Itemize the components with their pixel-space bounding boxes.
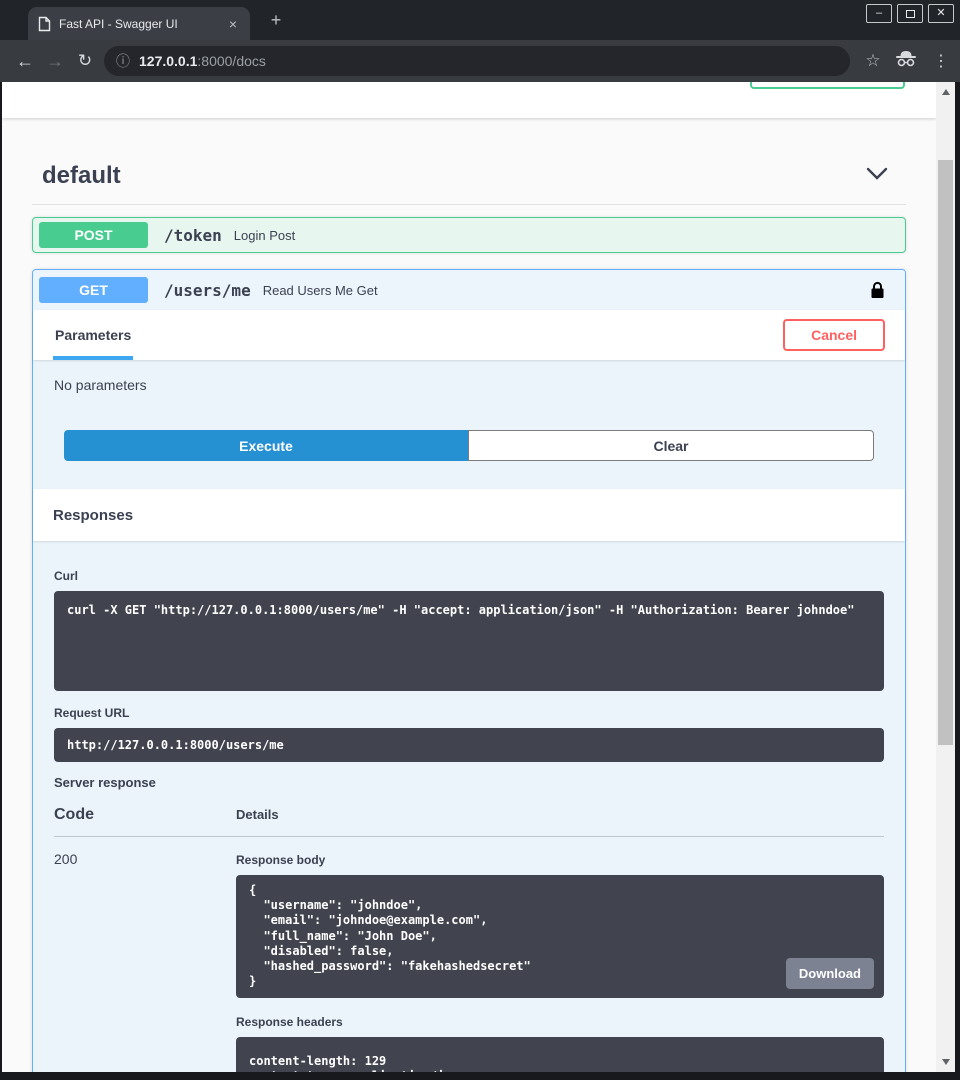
tab-close-icon[interactable]: × [226,16,240,32]
address-bar[interactable]: ⓘ 127.0.0.1:8000/docs [104,46,850,76]
get-method-badge: GET [39,277,148,303]
reload-icon[interactable]: ↻ [70,51,100,71]
get-path: /users/me [164,281,251,300]
no-parameters-text: No parameters [33,360,905,430]
response-body-label: Response body [236,853,884,867]
browser-menu-icon[interactable]: ⋮ [926,51,956,71]
auth-lock-icon[interactable] [870,281,885,299]
chevron-down-icon[interactable] [866,167,888,185]
close-window-button[interactable]: ✕ [928,4,954,23]
curl-command-block[interactable]: curl -X GET "http://127.0.0.1:8000/users… [54,591,884,691]
site-info-icon[interactable]: ⓘ [116,51,130,71]
scroll-down-icon[interactable] [936,1054,955,1070]
new-tab-button[interactable]: + [264,10,288,31]
incognito-icon [886,50,926,72]
scheme-container [2,82,936,118]
authorize-button[interactable] [750,82,905,89]
get-opblock-header[interactable]: GET /users/me Read Users Me Get [33,270,905,310]
operation-body: No parameters Execute Clear Responses Cu… [33,360,905,1072]
browser-toolbar: ← → ↻ ⓘ 127.0.0.1:8000/docs ☆ ⋮ [0,40,960,82]
parameters-section-header: Parameters Cancel [33,310,905,360]
tag-title: default [42,162,121,190]
responses-title: Responses [53,507,133,524]
bookmark-star-icon[interactable]: ☆ [860,51,886,71]
response-details-cell: Response body { "username": "johndoe", "… [236,851,884,1072]
swagger-page: default POST /token Login Post GET /user… [2,82,936,1072]
page-favicon-icon [38,16,51,32]
post-summary: Login Post [234,228,295,243]
scroll-up-icon[interactable] [936,84,955,100]
maximize-icon [906,10,915,18]
tab-title: Fast API - Swagger UI [59,17,226,31]
tab-parameters[interactable]: Parameters [53,310,133,360]
responses-body: Curl curl -X GET "http://127.0.0.1:8000/… [33,541,905,1072]
request-url-label: Request URL [54,706,884,720]
curl-label: Curl [54,569,884,583]
request-url-block: http://127.0.0.1:8000/users/me [54,728,884,762]
get-summary: Read Users Me Get [263,283,378,298]
response-body-block: { "username": "johndoe", "email": "johnd… [236,875,884,998]
response-table-header: Code Details [54,806,884,837]
execute-button[interactable]: Execute [64,430,468,461]
url-text: 127.0.0.1:8000/docs [139,53,266,69]
scrollbar-thumb[interactable] [938,160,953,745]
browser-tab-bar: Fast API - Swagger UI × + – ✕ [0,0,960,40]
code-column-header: Code [54,806,236,824]
opblock-post-token[interactable]: POST /token Login Post [32,217,906,253]
page-scrollbar[interactable] [936,82,955,1072]
maximize-button[interactable] [897,4,923,23]
download-button[interactable]: Download [786,958,874,989]
responses-section-header: Responses [33,489,905,541]
url-host: 127.0.0.1 [139,53,197,69]
server-response-label: Server response [54,775,884,790]
opblock-get-users-me: GET /users/me Read Users Me Get Paramete… [32,269,906,1072]
response-body-json: { "username": "johndoe", "email": "johnd… [249,883,531,988]
response-headers-label: Response headers [236,1015,884,1029]
clear-button[interactable]: Clear [468,430,874,461]
cancel-button[interactable]: Cancel [783,319,885,351]
execute-button-group: Execute Clear [33,430,905,489]
api-content: default POST /token Login Post GET /user… [2,162,936,1072]
url-path: :8000/docs [197,53,266,69]
response-row-200: 200 Response body { "username": "johndoe… [54,837,884,1072]
browser-tab[interactable]: Fast API - Swagger UI × [28,7,250,40]
status-code: 200 [54,851,236,1072]
post-method-badge: POST [39,222,148,248]
window-controls: – ✕ [866,4,954,23]
forward-icon[interactable]: → [40,51,70,72]
response-headers-block: content-length: 129 content-type: applic… [236,1037,884,1072]
back-icon[interactable]: ← [10,51,40,72]
minimize-button[interactable]: – [866,4,892,23]
tag-section-header[interactable]: default [32,162,906,205]
details-column-header: Details [236,807,279,822]
post-path: /token [164,226,222,245]
